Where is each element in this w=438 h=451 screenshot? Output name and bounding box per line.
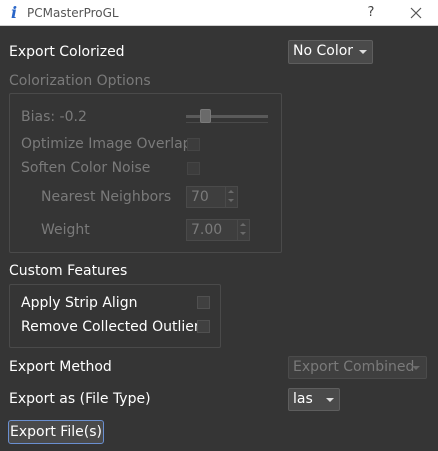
colorization-options-title: Colorization Options: [9, 73, 151, 89]
nearest-neighbors-spinbox[interactable]: 70: [186, 186, 238, 208]
strip-align-label: Apply Strip Align: [21, 295, 138, 311]
weight-label: Weight: [41, 222, 90, 238]
spin-down-icon[interactable]: [228, 199, 234, 202]
title-bar: i PCMasterProGL ?: [0, 0, 438, 26]
spin-buttons[interactable]: [237, 220, 249, 240]
weight-spinbox[interactable]: 7.00: [186, 219, 250, 241]
bias-slider-ticks: [186, 122, 268, 124]
export-method-label: Export Method: [9, 359, 112, 375]
export-method-dropdown[interactable]: Export Combined: [288, 356, 427, 379]
custom-features-title: Custom Features: [9, 263, 128, 279]
help-icon: ?: [367, 5, 375, 20]
close-button[interactable]: [398, 2, 434, 24]
weight-value: 7.00: [191, 222, 223, 238]
export-method-value: Export Combined: [293, 359, 415, 375]
chevron-down-icon: [326, 398, 334, 402]
export-colorized-dropdown[interactable]: No Color: [288, 40, 373, 64]
app-icon: i: [10, 3, 18, 22]
export-as-dropdown[interactable]: las: [288, 388, 340, 411]
nearest-neighbors-value: 70: [191, 189, 209, 205]
help-button[interactable]: ?: [356, 2, 386, 24]
export-as-label: Export as (File Type): [9, 391, 151, 407]
spin-down-icon[interactable]: [240, 232, 246, 235]
chevron-down-icon: [359, 50, 367, 54]
bias-label: Bias: -0.2: [21, 109, 87, 125]
spin-buttons[interactable]: [225, 187, 237, 207]
window-title: PCMasterProGL: [27, 6, 119, 20]
export-colorized-label: Export Colorized: [9, 44, 125, 60]
export-files-button[interactable]: Export File(s): [8, 420, 104, 444]
nearest-neighbors-label: Nearest Neighbors: [41, 189, 172, 205]
soften-noise-label: Soften Color Noise: [21, 160, 151, 176]
strip-align-checkbox[interactable]: [197, 296, 210, 309]
export-as-value: las: [293, 391, 313, 407]
remove-outliers-label: Remove Collected Outliers: [21, 319, 207, 335]
chevron-down-icon: [412, 366, 420, 370]
soften-noise-checkbox[interactable]: [187, 162, 200, 175]
spin-up-icon[interactable]: [228, 190, 234, 193]
bias-slider-handle[interactable]: [200, 109, 212, 123]
bias-slider-track[interactable]: [186, 115, 268, 118]
remove-outliers-checkbox[interactable]: [197, 320, 210, 333]
spin-up-icon[interactable]: [240, 223, 246, 226]
export-colorized-value: No Color: [293, 43, 354, 59]
custom-features-group: [9, 284, 221, 348]
optimize-overlap-checkbox[interactable]: [187, 138, 200, 151]
optimize-overlap-label: Optimize Image Overlap: [21, 136, 192, 152]
close-icon: [410, 7, 422, 19]
